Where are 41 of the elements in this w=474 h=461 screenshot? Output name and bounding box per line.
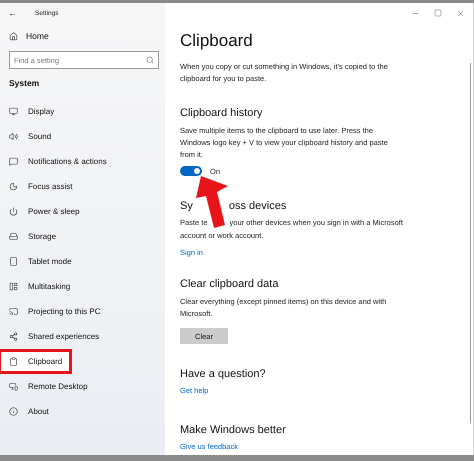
section-heading: Clipboard history	[180, 107, 264, 119]
sidebar-item[interactable]: Sound	[0, 124, 165, 149]
sidebar-item[interactable]: Remote Desktop	[0, 374, 165, 399]
sidebar-item[interactable]: Display	[0, 99, 165, 124]
sidebar-item-icon	[9, 282, 18, 291]
sidebar-item-icon	[9, 232, 18, 241]
sidebar-item[interactable]: Focus assist	[0, 174, 165, 199]
sidebar-item[interactable]: Projecting to this PC	[0, 299, 165, 324]
sidebar-item[interactable]: About	[0, 399, 165, 424]
sidebar-item[interactable]: Notifications & actions	[0, 149, 165, 174]
home-icon	[9, 32, 18, 40]
sidebar-item-icon	[9, 132, 18, 141]
sidebar-item-icon	[9, 357, 18, 366]
maximize-icon[interactable]	[434, 9, 442, 17]
section-heading: oss devices	[228, 200, 286, 212]
sidebar-item-icon	[9, 107, 18, 116]
sidebar-item[interactable]: Shared experiences	[0, 324, 165, 349]
section-heading: Make Windows better	[180, 424, 287, 436]
search-icon	[146, 56, 154, 64]
close-icon[interactable]	[456, 8, 465, 18]
sidebar-item-icon	[9, 207, 18, 216]
home-link[interactable]: Home	[0, 27, 165, 45]
sidebar-item[interactable]: Power & sleep	[0, 199, 165, 224]
toggle-switch[interactable]	[180, 166, 202, 176]
section-heading: Clear clipboard data	[180, 278, 280, 290]
section-heading: Sy	[180, 200, 193, 212]
sidebar-item-icon	[9, 407, 18, 416]
sidebar-item-icon	[9, 182, 18, 191]
back-button[interactable]: ←	[8, 8, 17, 18]
section-heading: Have a question?	[180, 368, 267, 380]
sidebar-item[interactable]: Clipboard	[0, 349, 71, 374]
page-title: Clipboard	[180, 31, 254, 51]
sidebar-item-icon	[9, 307, 18, 316]
sidebar-item-icon	[9, 382, 18, 391]
sidebar-item[interactable]: Storage	[0, 224, 165, 249]
sidebar-item[interactable]: Multitasking	[0, 274, 165, 299]
section-heading: System	[8, 78, 40, 90]
sidebar-item-icon	[9, 257, 18, 266]
sidebar-item[interactable]: Tablet mode	[0, 249, 165, 274]
sidebar-item-icon	[9, 157, 18, 166]
sidebar-item-icon	[9, 332, 18, 341]
